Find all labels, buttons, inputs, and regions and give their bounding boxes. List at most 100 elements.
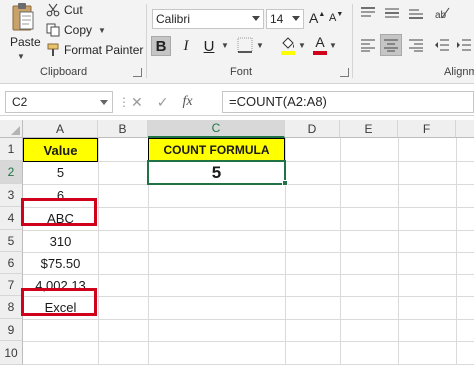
decrease-indent-icon[interactable] <box>434 38 450 52</box>
align-bottom-icon[interactable] <box>408 6 424 20</box>
chevron-down-icon[interactable]: ▼ <box>221 41 229 50</box>
decrease-font-size-button[interactable]: A ▼ <box>329 10 344 25</box>
copy-button[interactable]: Copy ▼ <box>46 23 106 37</box>
font-size-dropdown[interactable]: 14 <box>266 9 304 29</box>
orientation-icon[interactable]: ab <box>434 6 450 20</box>
row-header-label: 1 <box>7 142 15 156</box>
highlight-box-a4 <box>21 198 97 226</box>
formula-text: =COUNT(A2:A8) <box>229 94 327 109</box>
shrink-font-label: A <box>329 12 337 24</box>
column-header-a[interactable]: A <box>23 120 98 138</box>
ribbon: Paste ▼ Cut Copy ▼ Format Painter Clipbo… <box>0 0 474 84</box>
align-center-button[interactable] <box>380 34 402 56</box>
borders-button[interactable]: ▼ <box>237 37 264 53</box>
borders-icon <box>237 37 253 53</box>
row-header-9[interactable]: 9 <box>0 319 23 341</box>
row-header-label: 7 <box>7 277 15 292</box>
cancel-icon[interactable]: ✕ <box>131 94 143 111</box>
highlight-box-a8 <box>21 288 97 316</box>
row-header-1[interactable]: 1 <box>0 138 23 161</box>
row-header-10[interactable]: 10 <box>0 341 23 365</box>
font-color-label: A <box>315 34 325 50</box>
name-box[interactable]: C2 <box>5 91 113 113</box>
chevron-down-icon <box>252 16 260 21</box>
caret-down-icon: ▼ <box>336 10 344 18</box>
italic-label: I <box>183 37 189 54</box>
font-group-label: Font <box>230 66 253 78</box>
formula-input[interactable]: =COUNT(A2:A8) <box>222 91 474 113</box>
column-header-e[interactable]: E <box>340 120 398 138</box>
paste-label: Paste <box>10 35 41 49</box>
alignment-group-label: Alignm <box>444 66 474 78</box>
column-header-b[interactable]: B <box>98 120 148 138</box>
enter-icon[interactable]: ✓ <box>157 94 169 111</box>
dialog-launcher-icon[interactable] <box>133 68 142 77</box>
column-header-d[interactable]: D <box>285 120 340 138</box>
selection-border <box>147 160 286 185</box>
row-header-7[interactable]: 7 <box>0 274 23 296</box>
row-header-2[interactable]: 2 <box>0 161 23 184</box>
cell-a1[interactable]: Value <box>23 138 98 162</box>
row-header-label: 2 <box>7 165 15 179</box>
cut-button[interactable]: Cut <box>46 3 83 17</box>
paint-bucket-icon <box>281 37 295 55</box>
align-right-icon[interactable] <box>408 38 424 52</box>
font-name-dropdown[interactable]: Calibri <box>152 9 264 29</box>
row-header-6[interactable]: 6 <box>0 252 23 274</box>
insert-function-icon[interactable]: fx <box>182 94 192 110</box>
cell-c1[interactable]: COUNT FORMULA <box>148 138 285 162</box>
align-top-icon[interactable] <box>360 6 376 20</box>
formula-bar: C2 ⋮ ✕ ✓ fx =COUNT(A2:A8) <box>0 84 474 116</box>
chevron-down-icon: ▼ <box>17 52 25 61</box>
chevron-down-icon <box>292 16 300 21</box>
align-middle-icon[interactable] <box>384 6 400 20</box>
chevron-down-icon[interactable]: ▼ <box>98 26 106 35</box>
cell-value: COUNT FORMULA <box>163 143 270 157</box>
row-header-4[interactable]: 4 <box>0 207 23 230</box>
cell-value: $75.50 <box>40 255 81 271</box>
copy-icon <box>46 23 60 37</box>
column-header-c[interactable]: C <box>148 120 285 138</box>
chevron-down-icon <box>100 100 108 105</box>
fill-handle[interactable] <box>282 180 288 186</box>
select-all-button[interactable] <box>0 120 23 138</box>
cell-a2[interactable]: 5 <box>23 161 98 184</box>
align-left-icon[interactable] <box>360 38 376 52</box>
worksheet-grid[interactable]: A B C D E F 1 2 3 4 5 6 7 8 9 10 Value 5… <box>0 116 474 365</box>
gridline <box>23 341 474 342</box>
increase-indent-icon[interactable] <box>456 38 472 52</box>
bold-button[interactable]: B <box>151 36 171 56</box>
increase-font-size-button[interactable]: A ▲ <box>309 10 325 26</box>
row-header-5[interactable]: 5 <box>0 230 23 252</box>
column-header-f[interactable]: F <box>398 120 456 138</box>
fill-color-button[interactable]: ▼ <box>280 35 306 55</box>
font-name-value: Calibri <box>156 12 191 26</box>
cell-a6[interactable]: $75.50 <box>23 252 98 274</box>
column-header-g[interactable] <box>456 120 474 138</box>
column-header-label: D <box>307 121 317 136</box>
dialog-launcher-icon[interactable] <box>340 68 349 77</box>
caret-up-icon: ▲ <box>318 10 326 18</box>
bold-label: B <box>155 37 167 55</box>
chevron-down-icon: ▼ <box>329 40 337 50</box>
column-header-label: E <box>364 121 373 136</box>
cell-a5[interactable]: 310 <box>23 230 98 252</box>
font-size-value: 14 <box>270 12 284 26</box>
row-header-label: 8 <box>7 300 15 314</box>
grow-font-label: A <box>309 10 319 26</box>
row-header-label: 10 <box>4 345 18 360</box>
italic-button[interactable]: I <box>176 36 196 56</box>
row-header-3[interactable]: 3 <box>0 184 23 207</box>
cell-value: 310 <box>49 233 72 249</box>
font-color-button[interactable]: A ▼ <box>313 35 337 55</box>
underline-label: U <box>203 37 215 55</box>
row-header-8[interactable]: 8 <box>0 296 23 319</box>
row-header-label: 5 <box>7 233 15 248</box>
underline-button[interactable]: U <box>199 36 219 56</box>
name-box-value: C2 <box>12 95 28 109</box>
gridline <box>23 319 474 320</box>
column-header-label: F <box>422 121 431 136</box>
paste-icon <box>12 3 34 31</box>
format-painter-label: Format Painter <box>64 43 144 57</box>
format-painter-button[interactable]: Format Painter <box>46 43 143 57</box>
